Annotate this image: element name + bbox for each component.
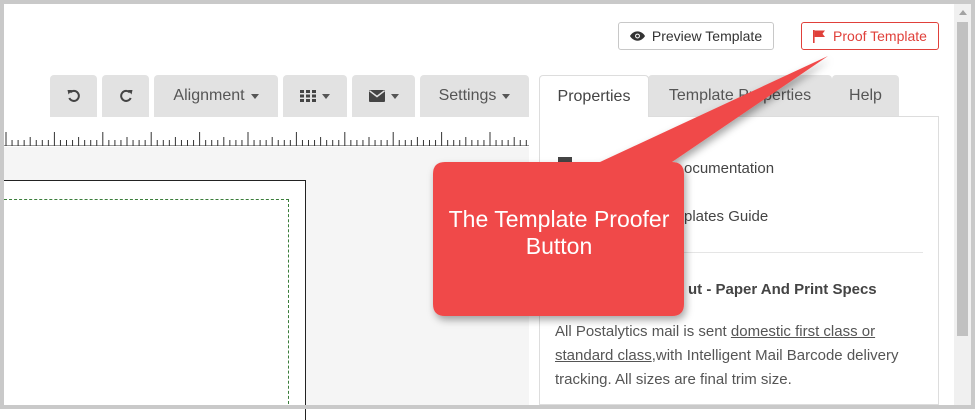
tab-template-properties-label: Template Properties (668, 87, 812, 104)
ruler-ticks (5, 132, 527, 146)
tab-help[interactable]: Help (832, 75, 899, 117)
design-canvas[interactable] (4, 147, 529, 420)
tab-template-properties[interactable]: Template Properties (648, 75, 832, 117)
callout-text: The Template Proofer Button (448, 206, 670, 259)
chevron-down-icon (390, 93, 399, 99)
eye-icon (629, 31, 645, 41)
alignment-dropdown[interactable]: Alignment (154, 75, 278, 117)
settings-label: Settings (438, 87, 497, 104)
specs-text-intro: All Postalytics mail is sent (555, 323, 731, 340)
documentation-link[interactable]: ocumentation (684, 160, 774, 177)
tab-help-label: Help (849, 87, 882, 104)
first-class-link[interactable]: domestic first class or (731, 323, 875, 340)
proof-template-button[interactable]: Proof Template (801, 22, 939, 50)
redo-icon (119, 89, 132, 102)
tab-properties[interactable]: Properties (539, 75, 649, 117)
postcard-page[interactable] (4, 180, 306, 420)
standard-class-link[interactable]: standard class (555, 347, 652, 364)
horizontal-ruler (4, 121, 529, 146)
chevron-down-icon (250, 93, 259, 99)
scroll-thumb[interactable] (957, 22, 968, 336)
mail-dropdown[interactable] (352, 75, 415, 117)
preview-template-label: Preview Template (651, 28, 763, 44)
chevron-down-icon (322, 93, 330, 99)
tab-properties-label: Properties (557, 87, 631, 105)
chevron-down-icon (502, 93, 511, 99)
templates-guide-link[interactable]: plates Guide (684, 208, 768, 225)
safe-area-guide (4, 199, 289, 409)
flag-icon (813, 29, 826, 43)
scroll-up-arrow-icon[interactable] (954, 4, 971, 21)
redo-button[interactable] (102, 75, 149, 117)
grid-dropdown[interactable] (283, 75, 347, 117)
paper-print-specs-heading: ut - Paper And Print Specs (688, 281, 877, 298)
alignment-label: Alignment (173, 87, 245, 104)
undo-button[interactable] (50, 75, 97, 117)
settings-dropdown[interactable]: Settings (420, 75, 529, 117)
vertical-scrollbar[interactable] (954, 4, 971, 405)
mail-specs-text: All Postalytics mail is sent domestic fi… (555, 320, 925, 392)
grid-icon (300, 90, 316, 102)
envelope-icon (368, 90, 385, 102)
proof-template-label: Proof Template (833, 28, 927, 44)
undo-icon (67, 89, 80, 102)
document-icon (558, 157, 572, 162)
preview-template-button[interactable]: Preview Template (618, 22, 774, 50)
